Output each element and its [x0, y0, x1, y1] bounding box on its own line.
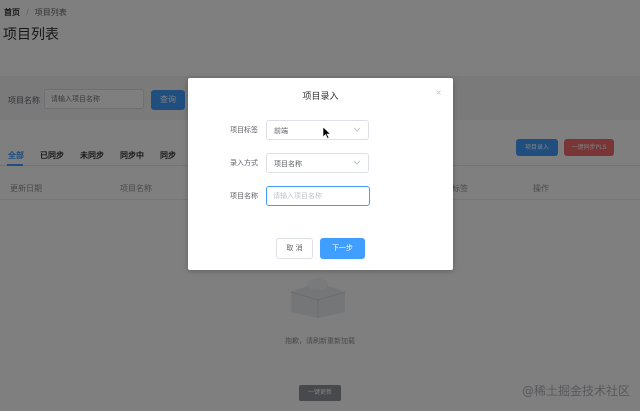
method-select-value: 项目名称 — [274, 160, 302, 168]
name-label: 项目名称 — [230, 192, 258, 200]
tag-select-value: 前端 — [274, 127, 288, 135]
next-step-button[interactable]: 下一步 — [320, 238, 365, 259]
form-row-name: 项目名称 — [188, 186, 453, 206]
mouse-cursor-icon — [323, 127, 331, 139]
tag-label: 项目标签 — [230, 126, 258, 134]
dialog-title: 项目录入 — [302, 92, 339, 102]
method-select[interactable]: 项目名称 — [266, 153, 369, 173]
method-label: 录入方式 — [230, 159, 258, 167]
chevron-down-icon — [353, 127, 361, 132]
form-row-tag: 项目标签 前端 — [188, 120, 453, 140]
close-icon[interactable]: × — [435, 88, 442, 97]
cancel-button[interactable]: 取 消 — [276, 238, 313, 259]
tag-select[interactable]: 前端 — [266, 120, 369, 140]
project-entry-dialog: 项目录入 × 项目标签 前端 录入方式 项目名称 项目名称 取 消 下一步 — [188, 78, 453, 270]
project-name-input[interactable] — [266, 186, 370, 206]
chevron-down-icon — [353, 160, 361, 165]
form-row-method: 录入方式 项目名称 — [188, 153, 453, 173]
